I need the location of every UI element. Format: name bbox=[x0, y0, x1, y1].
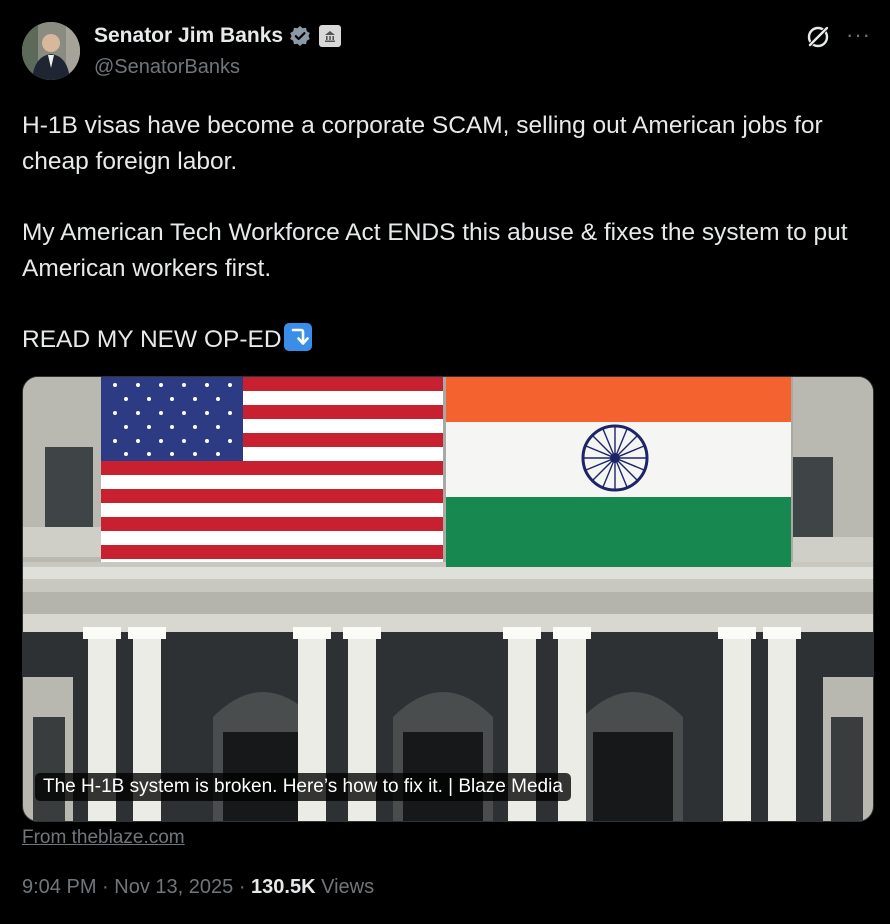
post-text: H-1B visas have become a corporate SCAM,… bbox=[22, 108, 882, 358]
views-label: Views bbox=[321, 876, 375, 898]
post-paragraph: READ MY NEW OP-ED bbox=[22, 326, 282, 353]
link-source[interactable]: From theblaze.com bbox=[22, 827, 185, 849]
views-count: 130.5K bbox=[251, 876, 316, 898]
avatar[interactable] bbox=[22, 22, 80, 80]
post-paragraph: H-1B visas have become a corporate SCAM,… bbox=[22, 112, 823, 175]
verified-badge-icon[interactable] bbox=[289, 25, 311, 47]
us-flag bbox=[101, 377, 443, 562]
post-paragraph: My American Tech Workforce Act ENDS this… bbox=[22, 219, 848, 282]
author-name[interactable]: Senator Jim Banks bbox=[94, 24, 283, 48]
post-time[interactable]: 9:04 PM bbox=[22, 876, 96, 898]
author-handle[interactable]: @SenatorBanks bbox=[94, 56, 240, 79]
grok-icon[interactable] bbox=[805, 24, 831, 50]
post-date[interactable]: Nov 13, 2025 bbox=[114, 876, 233, 898]
meta-separator: · bbox=[238, 876, 252, 898]
link-card-caption: The H-1B system is broken. Here’s how to… bbox=[35, 773, 571, 801]
india-flag bbox=[446, 377, 791, 567]
meta-separator: · bbox=[102, 876, 115, 898]
link-card-image bbox=[23, 377, 873, 821]
post-meta: 9:04 PM · Nov 13, 2025 · 130.5K Views bbox=[22, 876, 374, 899]
more-icon[interactable]: ··· bbox=[846, 22, 871, 48]
arrow-down-emoji-icon bbox=[283, 323, 312, 351]
link-card[interactable]: The H-1B system is broken. Here’s how to… bbox=[22, 376, 874, 822]
government-building-icon[interactable] bbox=[319, 25, 342, 47]
